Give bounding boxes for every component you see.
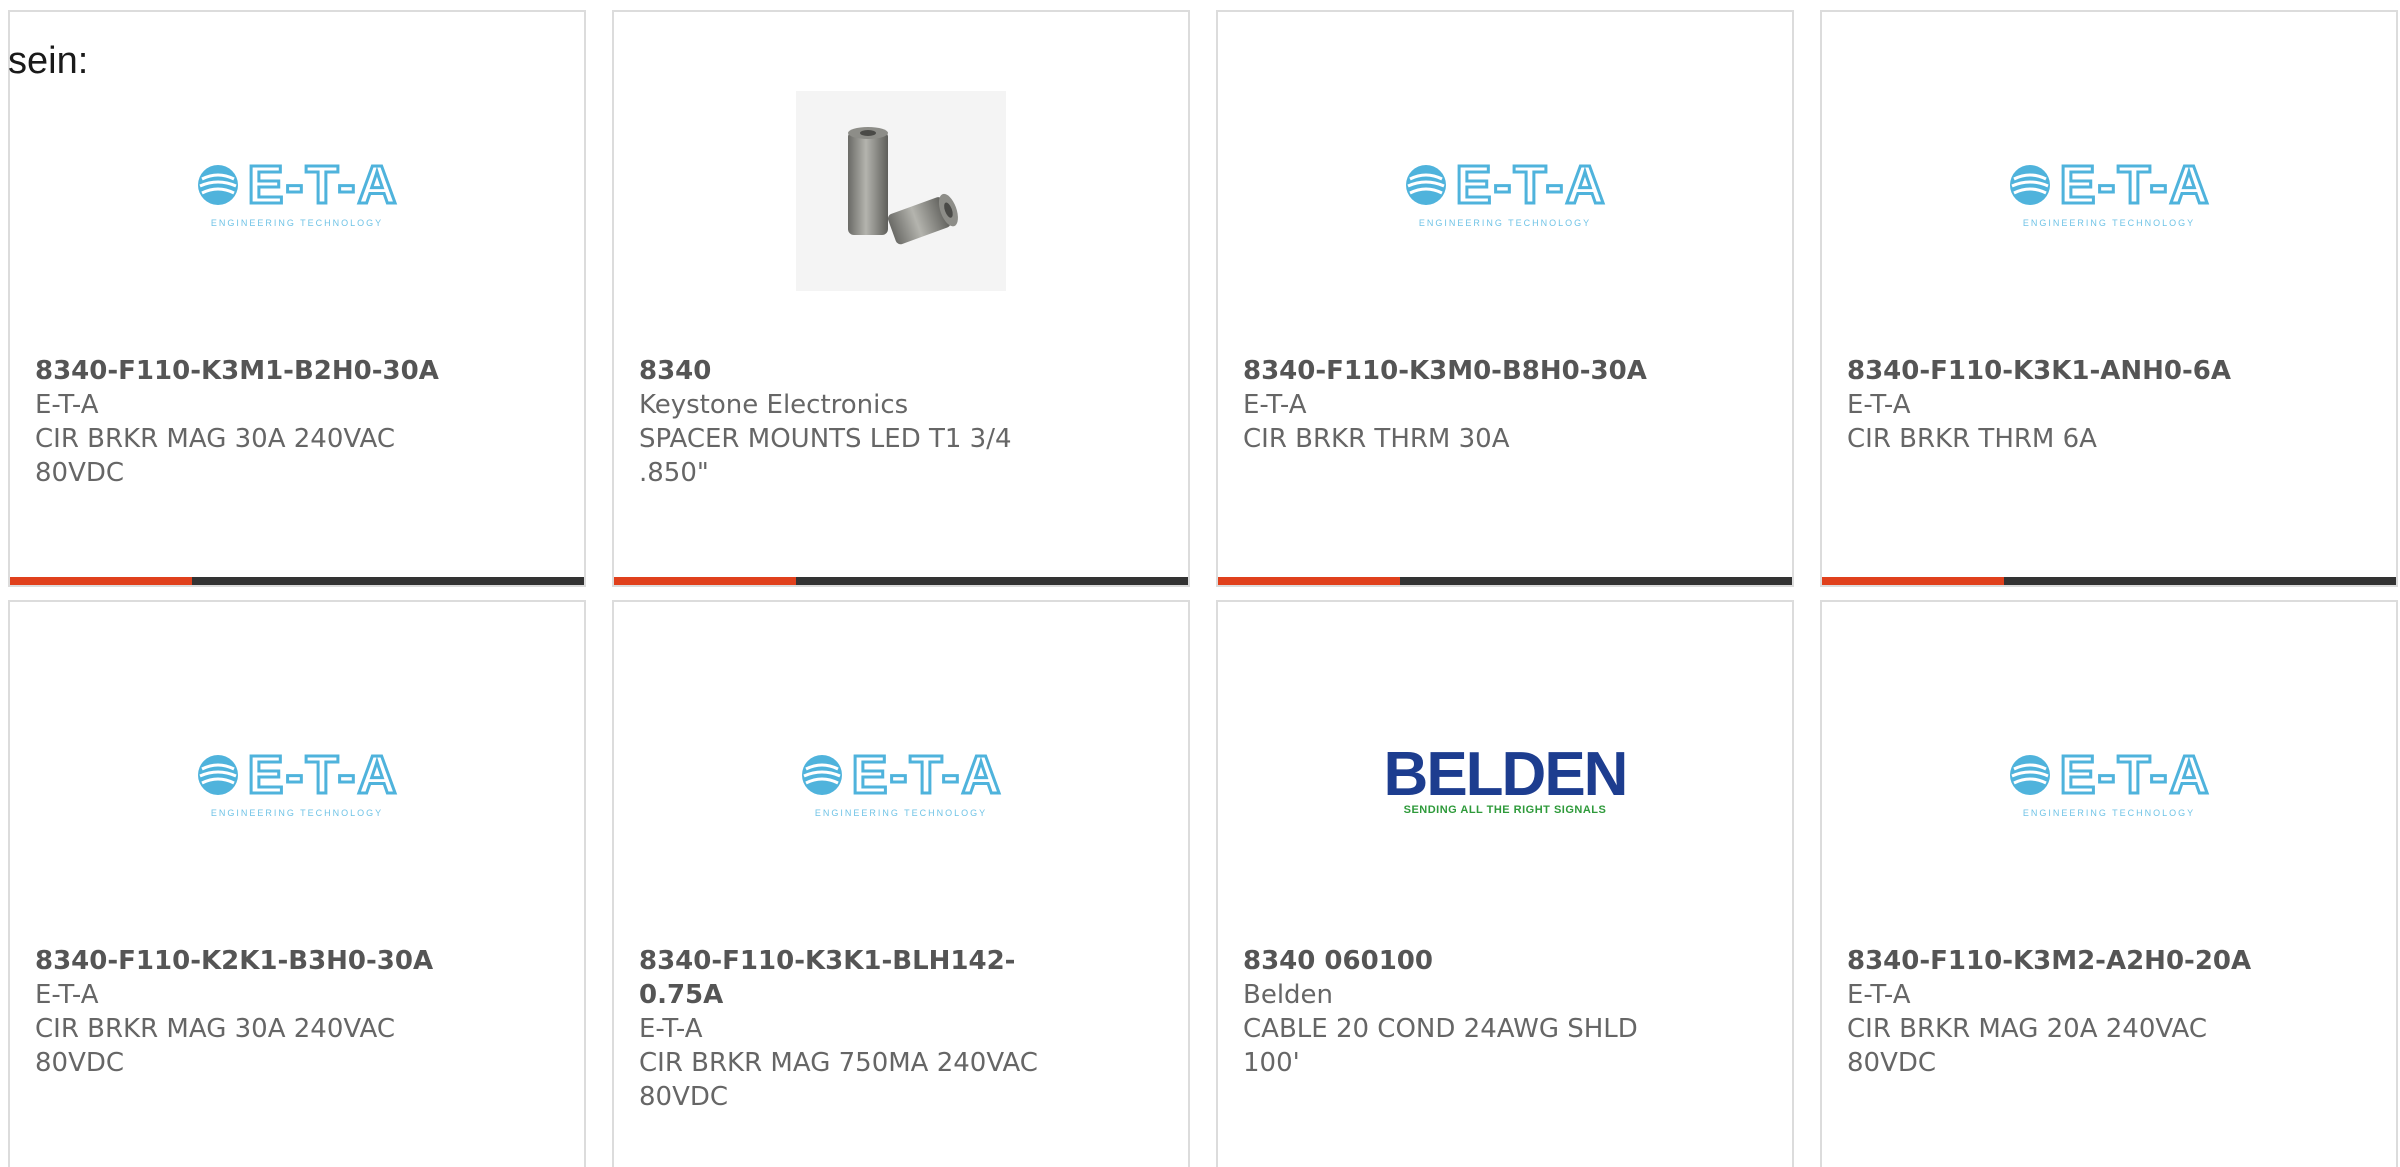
eta-globe-icon — [2009, 755, 2050, 795]
eta-logo: E-T-A ENGINEERING TECHNOLOGY — [196, 744, 399, 818]
spacer-mount-photo — [796, 91, 1006, 291]
product-card[interactable]: E-T-A ENGINEERING TECHNOLOGY 8340-F110-K… — [1820, 600, 2398, 1167]
product-part-number[interactable]: 8340-F110-K3K1-BLH142-0.75A — [639, 944, 1099, 1012]
product-image: BELDEN SENDING ALL THE RIGHT SIGNALS — [1218, 678, 1792, 884]
product-card[interactable]: E-T-A ENGINEERING TECHNOLOGY 8340-F110-K… — [8, 10, 586, 587]
product-manufacturer: Belden — [1243, 980, 1334, 1010]
product-image: E-T-A ENGINEERING TECHNOLOGY — [10, 678, 584, 884]
eta-logo-wordmark: E-T-A — [246, 154, 399, 217]
eta-logo: E-T-A ENGINEERING TECHNOLOGY — [800, 744, 1003, 818]
product-info: 8340-F110-K2K1-B3H0-30A E-T-A CIR BRKR M… — [35, 944, 495, 1080]
card-bottom-bar — [1218, 577, 1792, 585]
eta-globe-icon — [2009, 165, 2050, 205]
product-description: CIR BRKR MAG 20A 240VAC — [1847, 1014, 2207, 1044]
card-accent-bar — [614, 577, 796, 585]
product-part-number[interactable]: 8340 — [639, 354, 1099, 388]
product-description-cont: 80VDC — [639, 1082, 729, 1112]
eta-globe-icon — [1405, 165, 1446, 205]
product-card[interactable]: E-T-A ENGINEERING TECHNOLOGY 8340-F110-K… — [612, 600, 1190, 1167]
product-description-cont: 100' — [1243, 1048, 1300, 1078]
product-part-number[interactable]: 8340-F110-K3M0-B8H0-30A — [1243, 354, 1703, 388]
product-manufacturer: E-T-A — [1243, 390, 1307, 420]
eta-logo-tagline: ENGINEERING TECHNOLOGY — [2022, 808, 2196, 818]
product-card[interactable]: E-T-A ENGINEERING TECHNOLOGY 8340-F110-K… — [1216, 10, 1794, 587]
product-description: CABLE 20 COND 24AWG SHLD — [1243, 1014, 1638, 1044]
product-description-cont: 80VDC — [1847, 1048, 1937, 1078]
eta-logo: E-T-A ENGINEERING TECHNOLOGY — [2008, 154, 2211, 228]
eta-logo-wordmark: E-T-A — [2058, 154, 2211, 217]
product-manufacturer: Keystone Electronics — [639, 390, 909, 420]
product-description: CIR BRKR MAG 30A 240VAC — [35, 424, 395, 454]
product-part-number[interactable]: 8340-F110-K3M1-B2H0-30A — [35, 354, 495, 388]
eta-logo-wordmark: E-T-A — [850, 744, 1003, 807]
product-manufacturer: E-T-A — [639, 1014, 703, 1044]
belden-logo-wordmark: BELDEN — [1383, 740, 1629, 809]
eta-globe-icon — [197, 165, 238, 205]
card-bottom-bar — [1822, 577, 2396, 585]
product-info: 8340-F110-K3M1-B2H0-30A E-T-A CIR BRKR M… — [35, 354, 495, 490]
product-part-number[interactable]: 8340 060100 — [1243, 944, 1703, 978]
belden-logo-tagline: SENDING ALL THE RIGHT SIGNALS — [1403, 804, 1607, 816]
belden-logo: BELDEN SENDING ALL THE RIGHT SIGNALS — [1383, 740, 1629, 817]
card-accent-bar — [10, 577, 192, 585]
product-description-cont: .850" — [639, 458, 709, 488]
eta-logo-tagline: ENGINEERING TECHNOLOGY — [2022, 218, 2196, 228]
eta-logo-wordmark: E-T-A — [246, 744, 399, 807]
product-info: 8340 060100 Belden CABLE 20 COND 24AWG S… — [1243, 944, 1703, 1080]
product-info: 8340-F110-K3K1-BLH142-0.75A E-T-A CIR BR… — [639, 944, 1099, 1114]
product-image: E-T-A ENGINEERING TECHNOLOGY — [614, 678, 1188, 884]
product-image: E-T-A ENGINEERING TECHNOLOGY — [1218, 88, 1792, 294]
product-card[interactable]: E-T-A ENGINEERING TECHNOLOGY 8340-F110-K… — [1820, 10, 2398, 587]
intro-text: sein: — [8, 40, 89, 82]
product-description-cont: 80VDC — [35, 458, 125, 488]
eta-logo-tagline: ENGINEERING TECHNOLOGY — [210, 808, 384, 818]
product-info: 8340 Keystone Electronics SPACER MOUNTS … — [639, 354, 1099, 490]
product-image: E-T-A ENGINEERING TECHNOLOGY — [1822, 678, 2396, 884]
product-manufacturer: E-T-A — [1847, 390, 1911, 420]
card-bottom-bar — [10, 577, 584, 585]
eta-logo-wordmark: E-T-A — [1454, 154, 1607, 217]
eta-logo-tagline: ENGINEERING TECHNOLOGY — [814, 808, 988, 818]
product-image: E-T-A ENGINEERING TECHNOLOGY — [1822, 88, 2396, 294]
product-part-number[interactable]: 8340-F110-K3K1-ANH0-6A — [1847, 354, 2307, 388]
product-manufacturer: E-T-A — [1847, 980, 1911, 1010]
product-part-number[interactable]: 8340-F110-K3M2-A2H0-20A — [1847, 944, 2307, 978]
product-manufacturer: E-T-A — [35, 980, 99, 1010]
product-description: CIR BRKR THRM 30A — [1243, 424, 1510, 454]
product-image: E-T-A ENGINEERING TECHNOLOGY — [10, 88, 584, 294]
product-description-cont: 80VDC — [35, 1048, 125, 1078]
eta-logo-wordmark: E-T-A — [2058, 744, 2211, 807]
product-manufacturer: E-T-A — [35, 390, 99, 420]
card-bottom-bar — [614, 577, 1188, 585]
product-description: CIR BRKR MAG 30A 240VAC — [35, 1014, 395, 1044]
eta-logo-tagline: ENGINEERING TECHNOLOGY — [1418, 218, 1592, 228]
product-grid-page: sein: E-T-A ENGINEERING TECHNOLOGY 8340-… — [0, 0, 2400, 1167]
eta-logo-tagline: ENGINEERING TECHNOLOGY — [210, 218, 384, 228]
eta-globe-icon — [197, 755, 238, 795]
product-description: CIR BRKR MAG 750MA 240VAC — [639, 1048, 1038, 1078]
card-accent-bar — [1218, 577, 1400, 585]
product-card[interactable]: E-T-A ENGINEERING TECHNOLOGY 8340-F110-K… — [8, 600, 586, 1167]
card-accent-bar — [1822, 577, 2004, 585]
product-card[interactable]: BELDEN SENDING ALL THE RIGHT SIGNALS 834… — [1216, 600, 1794, 1167]
product-part-number[interactable]: 8340-F110-K2K1-B3H0-30A — [35, 944, 495, 978]
product-card[interactable]: 8340 Keystone Electronics SPACER MOUNTS … — [612, 10, 1190, 587]
product-image — [614, 88, 1188, 294]
eta-logo: E-T-A ENGINEERING TECHNOLOGY — [2008, 744, 2211, 818]
product-description: CIR BRKR THRM 6A — [1847, 424, 2097, 454]
eta-logo: E-T-A ENGINEERING TECHNOLOGY — [1404, 154, 1607, 228]
product-info: 8340-F110-K3M0-B8H0-30A E-T-A CIR BRKR T… — [1243, 354, 1703, 456]
eta-globe-icon — [801, 755, 842, 795]
product-info: 8340-F110-K3K1-ANH0-6A E-T-A CIR BRKR TH… — [1847, 354, 2307, 456]
product-info: 8340-F110-K3M2-A2H0-20A E-T-A CIR BRKR M… — [1847, 944, 2307, 1080]
product-description: SPACER MOUNTS LED T1 3/4 — [639, 424, 1012, 454]
eta-logo: E-T-A ENGINEERING TECHNOLOGY — [196, 154, 399, 228]
